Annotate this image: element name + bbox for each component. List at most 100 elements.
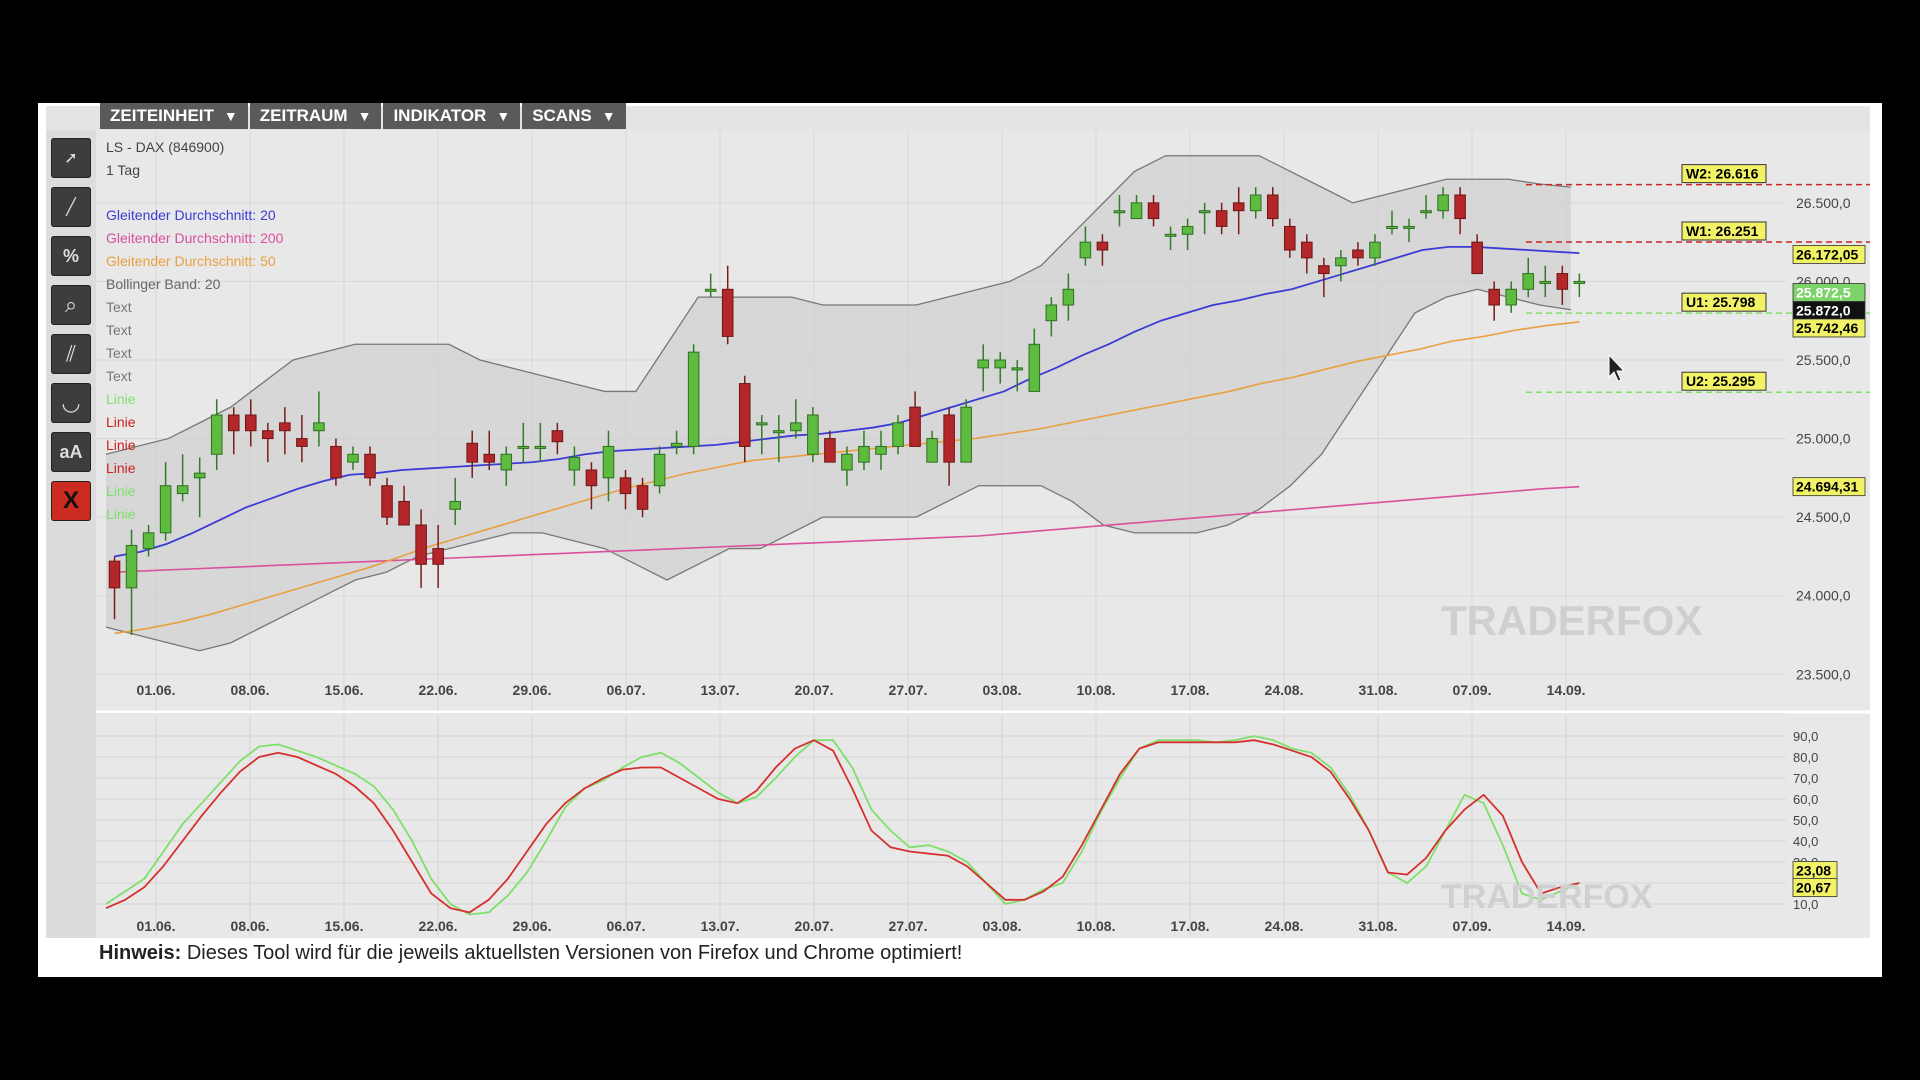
candle-body [960,406,972,463]
candle-body [1386,225,1398,229]
price-tag: 25.872,0 [1792,301,1866,320]
osc-y-tick-label: 40,0 [1793,834,1818,849]
legend-entry: Text [106,299,132,315]
candle-body [653,453,666,487]
zoom-tool-icon: ⌕ [64,292,78,317]
x-tick-label: 20.07. [795,682,834,698]
candle-body [858,445,870,463]
legend-entry: Linie [106,460,136,476]
candle-body [1028,343,1041,392]
delete-tool-button[interactable]: X [51,481,91,521]
hint-text: Dieses Tool wird für die jeweils aktuell… [186,942,963,964]
price-tag-text: 25.742,46 [1796,320,1858,336]
curve-tool-icon: ◡ [61,390,81,415]
osc-y-tick-label: 90,0 [1793,729,1818,744]
candle-body [773,430,785,434]
candle-body [193,472,206,479]
menu-indikator[interactable]: INDIKATOR ▼ [383,103,521,129]
candle-body [1505,288,1518,306]
x-tick-label: 22.06. [419,682,458,698]
candle-body [432,548,444,565]
candle-body [500,453,513,471]
line-tool-button[interactable]: ╱ [51,187,91,227]
candle-body [1301,241,1313,259]
legend-entry: Bollinger Band: 20 [106,276,221,292]
osc-y-tick-label: 80,0 [1793,750,1818,765]
text-tool-button[interactable]: aA [51,432,91,472]
candle-body [449,500,461,510]
menu-zeitraum[interactable]: ZEITRAUM ▼ [249,103,382,129]
candle-body [466,442,478,463]
menu-label: ZEITEINHEIT [110,106,214,125]
x-tick-label: 07.09. [1453,682,1492,698]
x-tick-label: 13.07. [701,682,740,698]
candle-body [534,445,547,449]
candle-body [755,422,768,426]
x-tick-label: 10.08. [1077,682,1116,698]
hint-note: Hinweis: Dieses Tool wird für die jeweil… [99,942,962,965]
osc-x-tick-label: 22.06. [419,918,458,934]
pointer-tool-icon: ➚ [64,150,78,167]
legend-entry: Gleitender Durchschnitt: 50 [106,253,276,269]
candle-body [568,456,581,471]
candle-body [1284,225,1296,251]
price-tag-text: 25.872,0 [1796,303,1851,319]
candle-body [619,477,632,495]
pointer-tool-button[interactable]: ➚ [51,138,91,178]
legend-entry: Linie [106,437,136,453]
candle-body [738,383,751,447]
x-tick-label: 03.08. [983,682,1022,698]
level-label-text: U2: 25.295 [1686,373,1755,389]
candle-body [262,430,274,440]
level-label: U2: 25.295 [1681,371,1767,391]
menu-zeiteinheit[interactable]: ZEITEINHEIT ▼ [100,103,248,129]
x-tick-label: 15.06. [325,682,364,698]
osc-value-tag: 23,08 [1792,861,1838,880]
chart-canvas[interactable]: W2: 26.616 W1: 26.251 U1: 25.798 U2: 25.295… [96,130,1870,938]
osc-x-tick-label: 13.07. [701,918,740,934]
candle-body [125,544,138,589]
menu-scans[interactable]: SCANS ▼ [522,103,626,129]
candle-body [1539,280,1552,284]
x-tick-label: 29.06. [513,682,552,698]
price-tag: 25.742,46 [1792,318,1866,338]
osc-x-tick-label: 14.09. [1547,918,1586,934]
percent-tool-button[interactable]: % [51,236,91,276]
candle-body [1147,202,1160,220]
hint-label: Hinweis: [99,942,182,964]
candle-body [994,359,1007,369]
candle-body [1318,265,1330,275]
candle-body [227,414,240,432]
candle-body [551,430,564,443]
candle-body [347,453,359,463]
y-tick-label: 26.500,0 [1796,195,1851,211]
candle-body [892,422,904,447]
candle-body [1369,241,1381,259]
candle-body [364,453,376,479]
candle-body [790,422,802,432]
line-tool-icon: ╱ [66,199,76,216]
candle-body [313,422,325,432]
y-tick-label: 24.000,0 [1796,588,1851,604]
candle-body [1420,210,1432,214]
zoom-tool-button[interactable]: ⌕ [51,285,91,325]
legend-entry: Text [106,345,132,361]
delete-tool-icon: X [62,487,79,514]
candle-body [1471,241,1483,275]
osc-x-tick-label: 15.06. [325,918,364,934]
curve-tool-button[interactable]: ◡ [51,383,91,423]
x-tick-label: 17.08. [1171,682,1210,698]
candle-body [943,414,955,463]
osc-x-tick-label: 24.08. [1265,918,1304,934]
candle-body [926,438,938,463]
parallel-tool-button[interactable]: ⫽ [51,334,91,374]
legend-entry: Text [106,368,132,384]
level-label-text: W1: 26.251 [1686,223,1759,239]
price-tag: 24.694,31 [1792,477,1866,497]
candle-body [1573,280,1586,284]
candle-body [1232,202,1245,212]
osc-y-tick-label: 10,0 [1793,897,1818,912]
candle-body [1011,367,1024,371]
percent-tool-icon: % [62,245,79,266]
parallel-lines-tool-icon: ⫽ [66,341,76,366]
